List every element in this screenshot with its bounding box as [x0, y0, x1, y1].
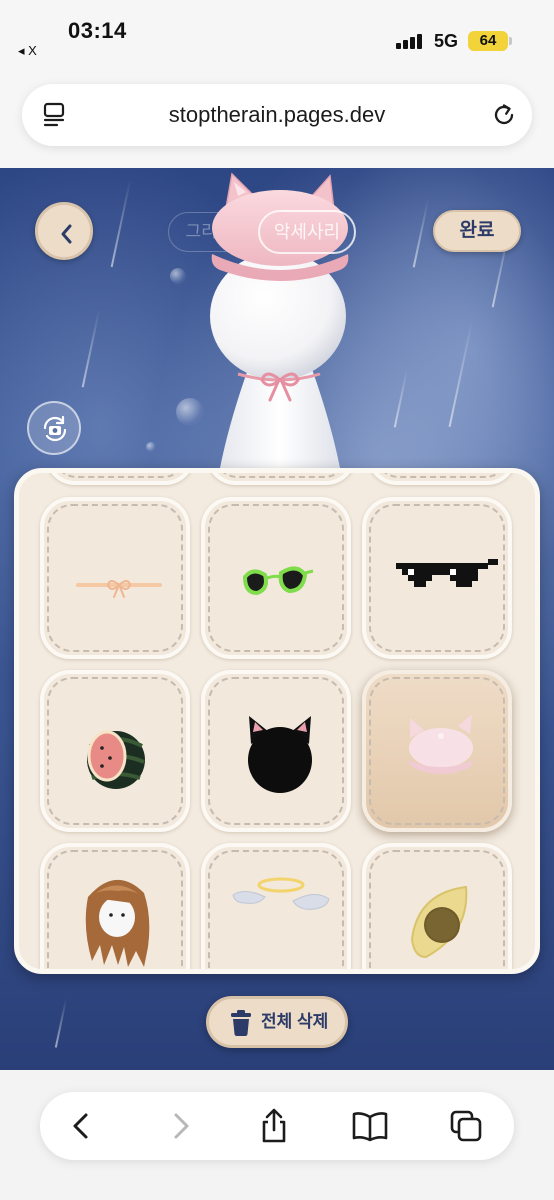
ribbon-necklace-icon [76, 580, 162, 598]
green-sunglasses-icon [242, 566, 314, 596]
accessory-black-cat-hood[interactable] [201, 670, 351, 832]
accessory-green-sunglasses[interactable] [201, 497, 351, 659]
pixel-sunglasses-icon [396, 559, 498, 587]
rain-streak [110, 178, 132, 268]
camera-rotate-icon [43, 415, 67, 442]
accessory-cell[interactable] [206, 473, 356, 485]
back-button[interactable] [35, 202, 93, 260]
black-cat-hood-icon [248, 716, 312, 793]
accessory-ribbon-necklace[interactable] [40, 497, 190, 659]
battery-nub [509, 37, 512, 45]
pink-cat-beret-icon [408, 714, 474, 774]
rain-streak [448, 318, 474, 428]
forward-arrow-icon[interactable] [162, 1108, 198, 1144]
trash-icon [231, 1010, 251, 1036]
delete-all-label: 전체 삭제 [261, 1012, 329, 1031]
cellular-signal-icon [396, 33, 424, 49]
seed-leaf-icon [410, 885, 468, 959]
battery-indicator: 64 [468, 31, 508, 51]
tab-accessories[interactable]: 악세사리 [258, 210, 356, 254]
rotate-camera-button[interactable] [27, 401, 81, 455]
angel-halo-wings-icon [232, 877, 330, 910]
browser-toolbar [40, 1092, 514, 1160]
chevron-left-icon [61, 224, 72, 244]
share-icon[interactable] [256, 1108, 292, 1144]
accessory-pixel-sunglasses[interactable] [362, 497, 512, 659]
brown-wig-icon [85, 879, 150, 967]
game-scene: 그리기 악세사리 완료 전체 삭제 [0, 168, 554, 1070]
network-type: 5G [434, 31, 459, 51]
accessory-cell[interactable] [45, 473, 195, 485]
browser-bottom-area [0, 1070, 554, 1200]
water-drop [170, 268, 186, 284]
status-bar: 03:14 ◂ X 5G 64 [0, 0, 554, 76]
bookmarks-icon[interactable] [352, 1108, 388, 1144]
watermelon-icon [87, 730, 145, 789]
water-drop [146, 442, 156, 452]
accessory-grid[interactable] [19, 473, 535, 969]
address-bar[interactable]: stoptherain.pages.dev [22, 84, 532, 146]
accessory-seed-leaf[interactable] [362, 843, 512, 969]
accessory-brown-wig[interactable] [40, 843, 190, 969]
done-button[interactable]: 완료 [433, 210, 521, 252]
clock: 03:14 [68, 18, 127, 43]
rain-streak [54, 998, 68, 1048]
rain-streak [412, 198, 430, 268]
url-text[interactable]: stoptherain.pages.dev [22, 84, 532, 146]
back-to-app-link[interactable]: ◂ X [18, 43, 37, 59]
accessory-cell[interactable] [367, 473, 517, 485]
accessory-angel-halo-wings[interactable] [201, 843, 351, 969]
delete-all-button[interactable]: 전체 삭제 [206, 996, 348, 1048]
accessory-watermelon[interactable] [40, 670, 190, 832]
reload-icon[interactable] [490, 101, 518, 129]
accessory-pink-cat-beret[interactable] [362, 670, 512, 832]
rain-streak [81, 308, 101, 388]
accessory-panel [14, 468, 540, 974]
rain-streak [393, 368, 409, 428]
back-arrow-icon[interactable] [64, 1108, 100, 1144]
tabs-icon[interactable] [448, 1108, 484, 1144]
